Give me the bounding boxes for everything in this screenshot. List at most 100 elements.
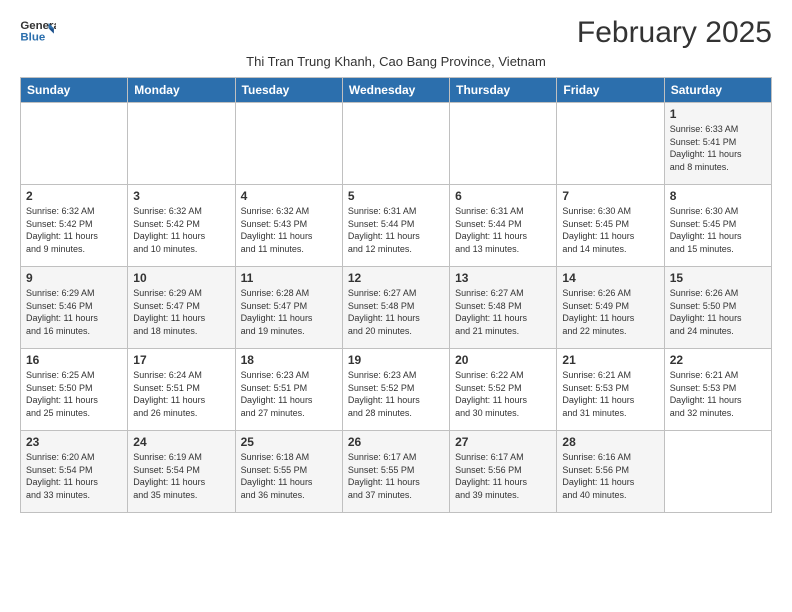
day-number: 26 (348, 435, 444, 449)
day-info: Sunrise: 6:18 AM Sunset: 5:55 PM Dayligh… (241, 451, 337, 501)
day-number: 21 (562, 353, 658, 367)
day-number: 18 (241, 353, 337, 367)
day-info: Sunrise: 6:22 AM Sunset: 5:52 PM Dayligh… (455, 369, 551, 419)
calendar-week-row: 9Sunrise: 6:29 AM Sunset: 5:46 PM Daylig… (21, 267, 772, 349)
day-number: 4 (241, 189, 337, 203)
day-info: Sunrise: 6:32 AM Sunset: 5:42 PM Dayligh… (26, 205, 122, 255)
day-info: Sunrise: 6:30 AM Sunset: 5:45 PM Dayligh… (562, 205, 658, 255)
day-info: Sunrise: 6:17 AM Sunset: 5:55 PM Dayligh… (348, 451, 444, 501)
weekday-header-friday: Friday (557, 78, 664, 103)
day-info: Sunrise: 6:27 AM Sunset: 5:48 PM Dayligh… (455, 287, 551, 337)
day-number: 23 (26, 435, 122, 449)
day-info: Sunrise: 6:16 AM Sunset: 5:56 PM Dayligh… (562, 451, 658, 501)
calendar-cell: 24 Sunrise: 6:19 AM Sunset: 5:54 PM Dayli… (128, 431, 235, 513)
day-number: 19 (348, 353, 444, 367)
day-info: Sunrise: 6:32 AM Sunset: 5:43 PM Dayligh… (241, 205, 337, 255)
calendar-cell: 16 Sunrise: 6:25 AM Sunset: 5:50 PM Dayli… (21, 349, 128, 431)
weekday-header-tuesday: Tuesday (235, 78, 342, 103)
calendar-cell: 6 Sunrise: 6:31 AM Sunset: 5:44 PM Daylig… (450, 185, 557, 267)
day-info: Sunrise: 6:33 AM Sunset: 5:41 PM Dayligh… (670, 123, 766, 173)
calendar-cell: 28 Sunrise: 6:16 AM Sunset: 5:56 PM Dayli… (557, 431, 664, 513)
calendar-cell (557, 103, 664, 185)
month-title: February 2025 (577, 16, 772, 50)
day-info: Sunrise: 6:26 AM Sunset: 5:49 PM Dayligh… (562, 287, 658, 337)
calendar-cell (21, 103, 128, 185)
day-number: 13 (455, 271, 551, 285)
logo-icon: General Blue (20, 16, 56, 46)
calendar-cell: 11 Sunrise: 6:28 AM Sunset: 5:47 PM Dayli… (235, 267, 342, 349)
day-number: 6 (455, 189, 551, 203)
calendar-cell: 22 Sunrise: 6:21 AM Sunset: 5:53 PM Dayli… (664, 349, 771, 431)
calendar-cell: 17 Sunrise: 6:24 AM Sunset: 5:51 PM Dayli… (128, 349, 235, 431)
weekday-header-saturday: Saturday (664, 78, 771, 103)
day-info: Sunrise: 6:25 AM Sunset: 5:50 PM Dayligh… (26, 369, 122, 419)
calendar-cell: 4 Sunrise: 6:32 AM Sunset: 5:43 PM Daylig… (235, 185, 342, 267)
calendar-cell (664, 431, 771, 513)
calendar-cell: 1 Sunrise: 6:33 AM Sunset: 5:41 PM Daylig… (664, 103, 771, 185)
svg-text:Blue: Blue (20, 32, 45, 44)
day-number: 12 (348, 271, 444, 285)
calendar-cell: 19Sunrise: 6:23 AM Sunset: 5:52 PM Dayli… (342, 349, 449, 431)
calendar-cell: 2 Sunrise: 6:32 AM Sunset: 5:42 PM Daylig… (21, 185, 128, 267)
subtitle: Thi Tran Trung Khanh, Cao Bang Province,… (20, 54, 772, 69)
day-number: 17 (133, 353, 229, 367)
calendar-cell (128, 103, 235, 185)
day-number: 25 (241, 435, 337, 449)
calendar-cell: 5 Sunrise: 6:31 AM Sunset: 5:44 PM Daylig… (342, 185, 449, 267)
calendar-week-row: 1 Sunrise: 6:33 AM Sunset: 5:41 PM Daylig… (21, 103, 772, 185)
day-number: 5 (348, 189, 444, 203)
calendar-table: SundayMondayTuesdayWednesdayThursdayFrid… (20, 77, 772, 513)
weekday-header-sunday: Sunday (21, 78, 128, 103)
calendar-cell: 12 Sunrise: 6:27 AM Sunset: 5:48 PM Dayli… (342, 267, 449, 349)
day-number: 11 (241, 271, 337, 285)
calendar-cell: 13 Sunrise: 6:27 AM Sunset: 5:48 PM Dayli… (450, 267, 557, 349)
day-number: 16 (26, 353, 122, 367)
day-info: Sunrise: 6:31 AM Sunset: 5:44 PM Dayligh… (455, 205, 551, 255)
weekday-header-monday: Monday (128, 78, 235, 103)
calendar-cell: 7Sunrise: 6:30 AM Sunset: 5:45 PM Daylig… (557, 185, 664, 267)
calendar-cell: 14 Sunrise: 6:26 AM Sunset: 5:49 PM Dayli… (557, 267, 664, 349)
calendar-cell (450, 103, 557, 185)
day-number: 14 (562, 271, 658, 285)
day-info: Sunrise: 6:27 AM Sunset: 5:48 PM Dayligh… (348, 287, 444, 337)
day-info: Sunrise: 6:28 AM Sunset: 5:47 PM Dayligh… (241, 287, 337, 337)
day-number: 10 (133, 271, 229, 285)
calendar-week-row: 23 Sunrise: 6:20 AM Sunset: 5:54 PM Dayli… (21, 431, 772, 513)
day-number: 28 (562, 435, 658, 449)
day-info: Sunrise: 6:31 AM Sunset: 5:44 PM Dayligh… (348, 205, 444, 255)
day-number: 24 (133, 435, 229, 449)
weekday-header-thursday: Thursday (450, 78, 557, 103)
logo: General Blue (20, 16, 56, 46)
day-info: Sunrise: 6:21 AM Sunset: 5:53 PM Dayligh… (670, 369, 766, 419)
day-number: 22 (670, 353, 766, 367)
day-info: Sunrise: 6:24 AM Sunset: 5:51 PM Dayligh… (133, 369, 229, 419)
calendar-cell: 8Sunrise: 6:30 AM Sunset: 5:45 PM Daylig… (664, 185, 771, 267)
calendar-cell (235, 103, 342, 185)
day-number: 1 (670, 107, 766, 121)
day-number: 20 (455, 353, 551, 367)
calendar-cell: 9Sunrise: 6:29 AM Sunset: 5:46 PM Daylig… (21, 267, 128, 349)
calendar-cell: 21 Sunrise: 6:21 AM Sunset: 5:53 PM Dayli… (557, 349, 664, 431)
day-number: 9 (26, 271, 122, 285)
calendar-cell: 15Sunrise: 6:26 AM Sunset: 5:50 PM Dayli… (664, 267, 771, 349)
day-number: 27 (455, 435, 551, 449)
day-info: Sunrise: 6:30 AM Sunset: 5:45 PM Dayligh… (670, 205, 766, 255)
day-info: Sunrise: 6:19 AM Sunset: 5:54 PM Dayligh… (133, 451, 229, 501)
day-info: Sunrise: 6:26 AM Sunset: 5:50 PM Dayligh… (670, 287, 766, 337)
day-info: Sunrise: 6:23 AM Sunset: 5:51 PM Dayligh… (241, 369, 337, 419)
day-info: Sunrise: 6:32 AM Sunset: 5:42 PM Dayligh… (133, 205, 229, 255)
day-number: 3 (133, 189, 229, 203)
day-number: 2 (26, 189, 122, 203)
day-info: Sunrise: 6:21 AM Sunset: 5:53 PM Dayligh… (562, 369, 658, 419)
calendar-cell: 27 Sunrise: 6:17 AM Sunset: 5:56 PM Dayli… (450, 431, 557, 513)
calendar-cell: 10 Sunrise: 6:29 AM Sunset: 5:47 PM Dayli… (128, 267, 235, 349)
calendar-cell: 18 Sunrise: 6:23 AM Sunset: 5:51 PM Dayli… (235, 349, 342, 431)
day-info: Sunrise: 6:17 AM Sunset: 5:56 PM Dayligh… (455, 451, 551, 501)
day-info: Sunrise: 6:29 AM Sunset: 5:47 PM Dayligh… (133, 287, 229, 337)
calendar-cell: 25 Sunrise: 6:18 AM Sunset: 5:55 PM Dayli… (235, 431, 342, 513)
day-info: Sunrise: 6:20 AM Sunset: 5:54 PM Dayligh… (26, 451, 122, 501)
weekday-header-wednesday: Wednesday (342, 78, 449, 103)
calendar-cell: 20 Sunrise: 6:22 AM Sunset: 5:52 PM Dayli… (450, 349, 557, 431)
calendar-cell: 23 Sunrise: 6:20 AM Sunset: 5:54 PM Dayli… (21, 431, 128, 513)
calendar-cell: 3 Sunrise: 6:32 AM Sunset: 5:42 PM Daylig… (128, 185, 235, 267)
